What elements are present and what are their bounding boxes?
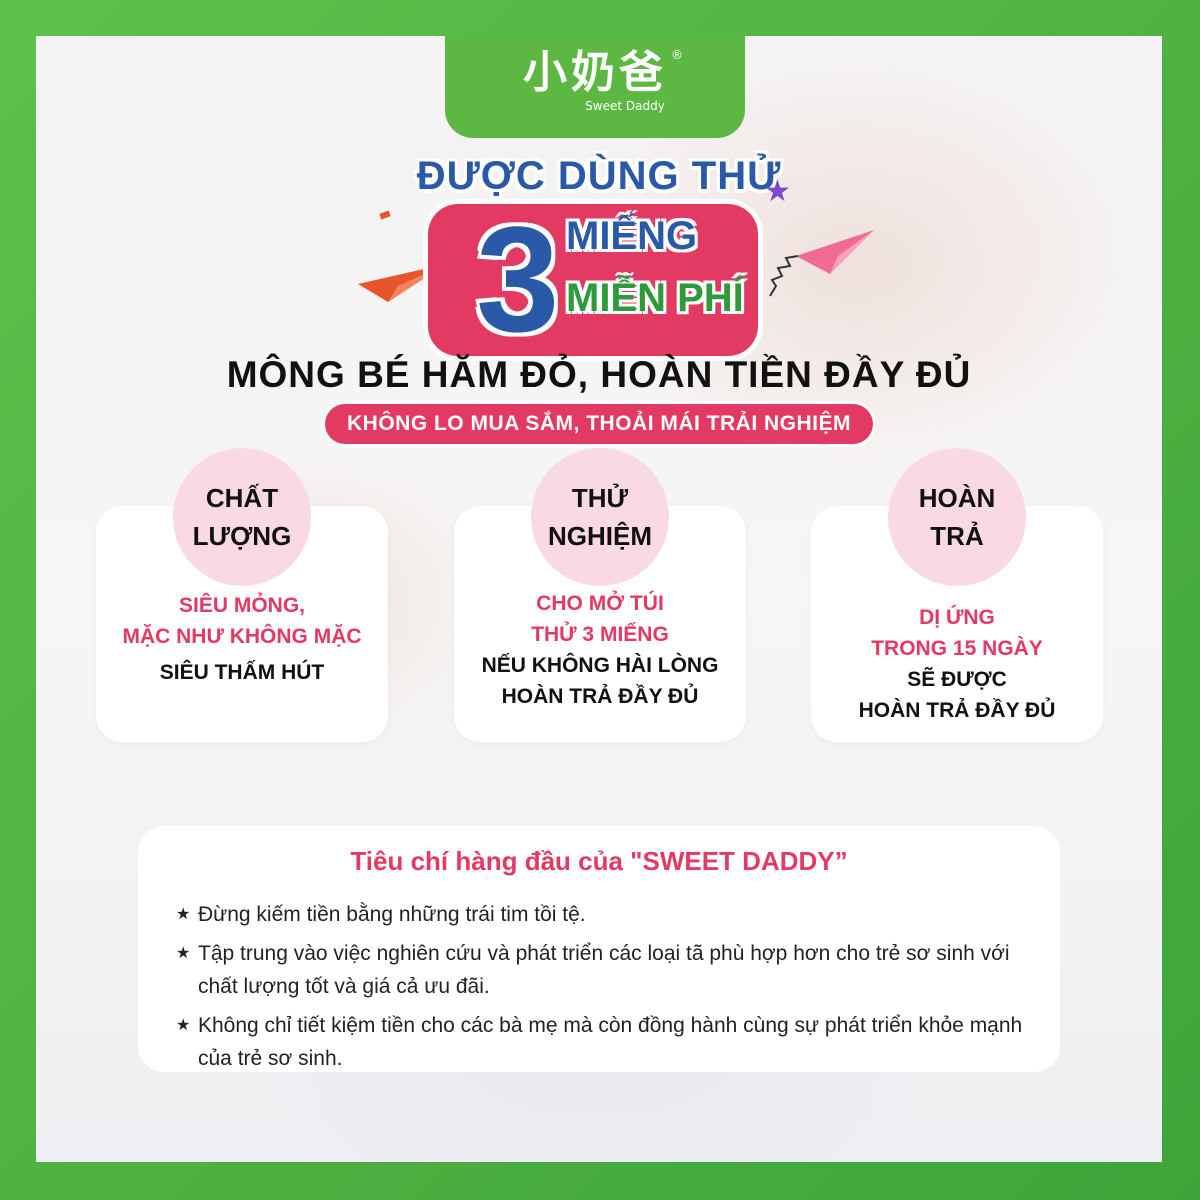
feature-title: TRẢ: [930, 521, 984, 551]
list-item-text: Đừng kiếm tiền bằng những trái tim tồi t…: [198, 903, 586, 926]
tagline-pill: KHÔNG LO MUA SẮM, THOẢI MÁI TRẢI NGHIỆM: [325, 404, 873, 444]
subheadline: MÔNG BÉ HĂM ĐỎ, HOÀN TIỀN ĐẦY ĐỦ: [226, 354, 972, 395]
logo-tab: 小奶爸 Sweet Daddy ®: [445, 36, 745, 138]
confetti-icon: [379, 210, 391, 220]
feature-title: NGHIỆM: [548, 521, 652, 551]
feature-detail: HOÀN TRẢ ĐẦY ĐỦ: [501, 685, 699, 708]
list-item-text: Tập trung vào việc nghiên cứu và phát tr…: [198, 942, 1010, 998]
list-item-text: Không chỉ tiết kiệm tiền cho các bà mẹ m…: [198, 1014, 1023, 1070]
feature-circle-quality: CHẤT LƯỢNG: [173, 448, 311, 586]
star-bullet-icon: ★: [176, 906, 191, 923]
headline-line1: MIẾNG: [566, 214, 698, 258]
feature-detail: SIÊU THẤM HÚT: [159, 661, 325, 684]
feature-highlight: SIÊU MỎNG,: [178, 594, 305, 617]
star-bullet-icon: ★: [176, 1017, 191, 1034]
feature-highlight: THỬ 3 MIẾNG: [531, 623, 669, 646]
criteria-title: Tiêu chí hàng đầu của "SWEET DADDY”: [350, 846, 848, 876]
feature-text-trial: CHO MỞ TÚI THỬ 3 MIẾNG NẾU KHÔNG HÀI LÒN…: [454, 588, 746, 712]
feature-text-refund: DỊ ỨNG TRONG 15 NGÀY SẼ ĐƯỢC HOÀN TRẢ ĐẦ…: [811, 602, 1103, 726]
feature-text-quality: SIÊU MỎNG, MẶC NHƯ KHÔNG MẶC SIÊU THẤM H…: [96, 590, 388, 688]
registered-mark: ®: [671, 48, 683, 62]
feature-highlight: MẶC NHƯ KHÔNG MẶC: [122, 625, 362, 648]
feature-highlight: DỊ ỨNG: [919, 606, 995, 629]
feature-circle-trial: THỬ NGHIỆM: [531, 448, 669, 586]
star-icon: ★: [764, 174, 791, 209]
list-item: ★ Tập trung vào việc nghiên cứu và phát …: [176, 937, 1046, 1003]
criteria-list: ★ Đừng kiếm tiền bằng những trái tim tồi…: [176, 898, 1046, 1081]
list-item: ★ Không chỉ tiết kiệm tiền cho các bà mẹ…: [176, 1009, 1046, 1075]
headline-number: 3: [476, 195, 560, 363]
feature-title: CHẤT: [205, 483, 279, 513]
headline-line2: MIỄN PHÍ: [566, 276, 744, 320]
feature-title: LƯỢNG: [192, 521, 292, 551]
logo-subtitle: Sweet Daddy: [585, 99, 665, 113]
feature-title: THỬ: [571, 483, 629, 513]
feature-circle-refund: HOÀN TRẢ: [888, 448, 1026, 586]
logo-wordmark: 小奶爸: [523, 47, 667, 98]
poster-canvas: 小奶爸 Sweet Daddy ® ĐƯỢC DÙNG THỬ ★ 3 MIẾN…: [36, 36, 1162, 1162]
feature-title: HOÀN: [918, 483, 996, 513]
feature-highlight: TRONG 15 NGÀY: [871, 637, 1043, 660]
list-item: ★ Đừng kiếm tiền bằng những trái tim tồi…: [176, 898, 1046, 931]
headline-top: ĐƯỢC DÙNG THỬ: [416, 154, 782, 198]
squiggle-decoration-right-icon: [769, 255, 799, 297]
feature-highlight: CHO MỞ TÚI: [536, 592, 664, 615]
green-border-frame: 小奶爸 Sweet Daddy ® ĐƯỢC DÙNG THỬ ★ 3 MIẾN…: [0, 0, 1200, 1200]
feature-detail: HOÀN TRẢ ĐẦY ĐỦ: [858, 699, 1056, 722]
feature-detail: NẾU KHÔNG HÀI LÒNG: [481, 654, 719, 677]
star-bullet-icon: ★: [176, 945, 191, 962]
feature-detail: SẼ ĐƯỢC: [907, 668, 1007, 691]
